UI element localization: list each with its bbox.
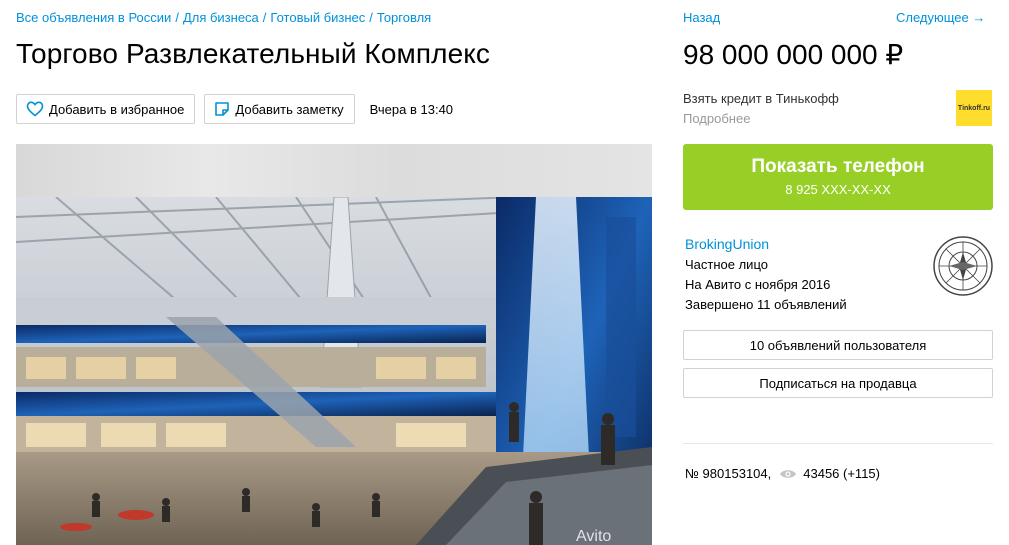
back-link[interactable]: Назад	[683, 10, 720, 25]
breadcrumb-separator: /	[175, 10, 179, 25]
heart-icon	[26, 101, 44, 117]
tinkoff-logo-text: Tinkoff.ru	[957, 104, 991, 112]
credit-offer: Взять кредит в Тинькофф Подробнее Tinkof…	[683, 90, 993, 130]
add-to-favorites-button[interactable]: Добавить в избранное	[16, 94, 196, 124]
divider	[683, 443, 993, 444]
avatar[interactable]	[933, 236, 993, 296]
show-phone-button[interactable]: Показать телефон 8 925 XXX-XX-XX	[683, 144, 993, 210]
show-phone-label: Показать телефон	[751, 156, 925, 177]
ad-stats: № 980153104, 43456 (+115)	[685, 466, 880, 481]
posted-time: Вчера в 13:40	[369, 101, 454, 117]
breadcrumb-for-business[interactable]: Для бизнеса	[183, 10, 259, 25]
credit-details-link[interactable]: Подробнее	[683, 111, 750, 126]
add-to-favorites-label: Добавить в избранное	[49, 101, 185, 117]
seller-completed-ads: Завершено 11 объявлений	[685, 297, 847, 312]
subscribe-seller-label: Подписаться на продавца	[759, 375, 917, 391]
main-photo[interactable]: Avito	[16, 144, 652, 545]
breadcrumb-separator: /	[262, 10, 267, 25]
user-ads-label: 10 объявлений пользователя	[749, 337, 927, 353]
breadcrumb-trade[interactable]: Торговля	[377, 10, 431, 25]
page-title: Торгово Развлекательный Комплекс	[16, 38, 491, 69]
breadcrumb-ready-business[interactable]: Готовый бизнес	[270, 10, 365, 25]
item-actions: Добавить в избранное Добавить заметку Вч…	[16, 94, 453, 124]
note-icon	[215, 102, 230, 116]
tinkoff-logo[interactable]: Tinkoff.ru	[956, 90, 992, 126]
next-link[interactable]: Следующее →	[896, 10, 985, 25]
views-count: 43456 (+115)	[803, 466, 880, 481]
ad-number: № 980153104,	[685, 466, 772, 481]
add-note-label: Добавить заметку	[235, 101, 344, 117]
credit-offer-text[interactable]: Взять кредит в Тинькофф	[683, 91, 839, 106]
photo-blurred-strip	[16, 144, 652, 197]
mall-interior-photo: Avito	[16, 197, 652, 545]
breadcrumb: Все объявления в России / Для бизнеса / Гото…	[16, 10, 431, 25]
user-ads-button[interactable]: 10 объявлений пользователя	[683, 330, 993, 360]
breadcrumb-all-russia[interactable]: Все объявления в России	[16, 10, 171, 25]
subscribe-seller-button[interactable]: Подписаться на продавца	[683, 368, 993, 398]
photo-watermark: Avito	[576, 528, 611, 545]
breadcrumb-separator: /	[369, 10, 373, 25]
phone-number-masked: 8 925 XXX-XX-XX	[785, 182, 891, 197]
add-note-button[interactable]: Добавить заметку	[204, 94, 355, 124]
price: 98 000 000 000 ₽	[683, 39, 904, 70]
eye-icon	[780, 469, 797, 478]
